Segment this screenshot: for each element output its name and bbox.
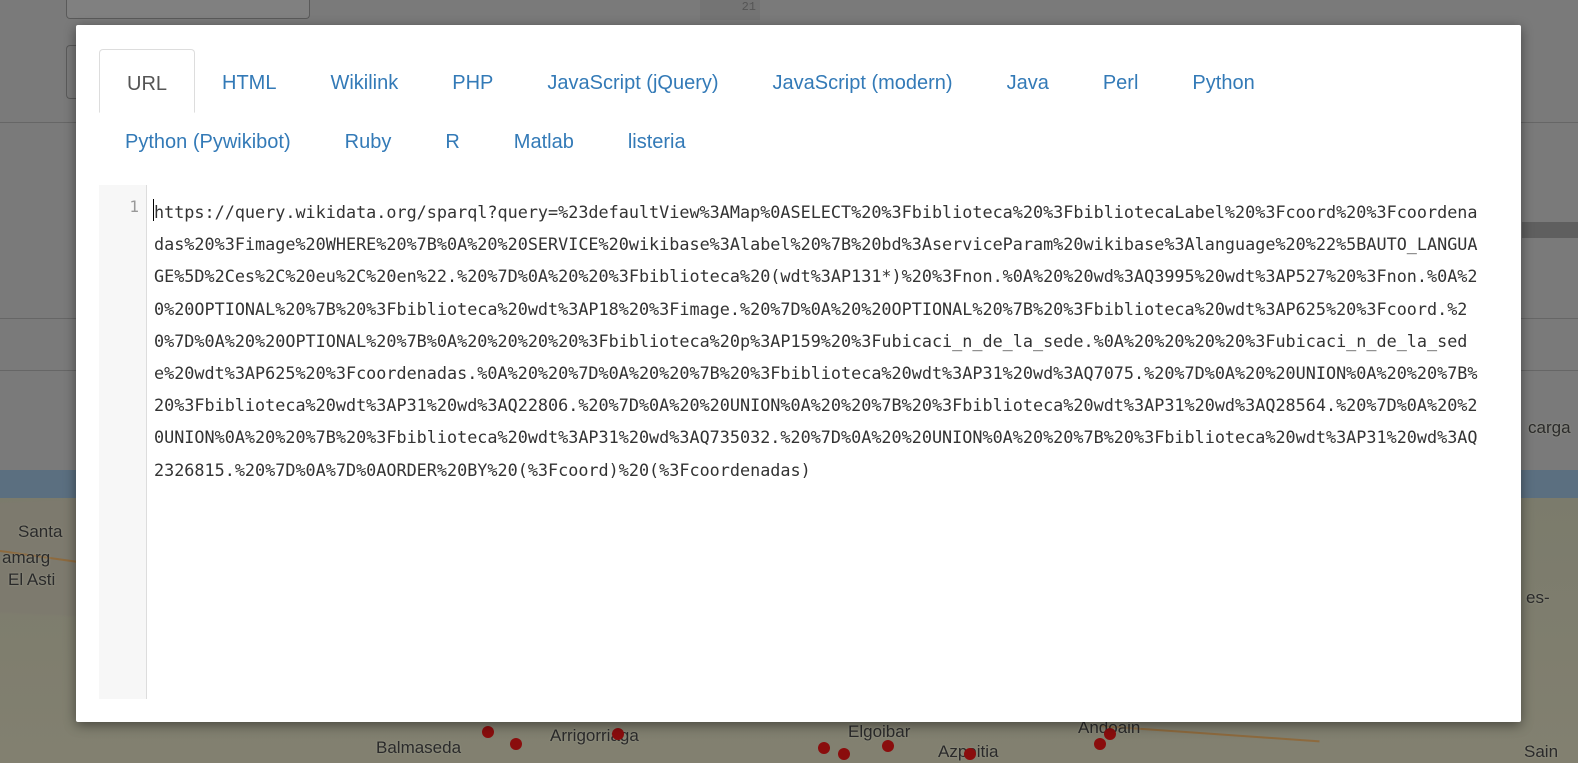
background-scrollbar <box>1522 222 1578 238</box>
tab-python[interactable]: Python <box>1165 49 1281 113</box>
code-editor[interactable]: 1 https://query.wikidata.org/sparql?quer… <box>99 185 1496 699</box>
tab-ruby[interactable]: Ruby <box>318 117 419 181</box>
map-label: Santa <box>18 522 63 541</box>
tab-php[interactable]: PHP <box>425 49 520 113</box>
tab-matlab[interactable]: Matlab <box>487 117 601 181</box>
tab-javascript-jquery[interactable]: JavaScript (jQuery) <box>520 49 745 113</box>
map-label: carga <box>1528 418 1571 437</box>
tab-url[interactable]: URL <box>99 49 196 113</box>
map-label: Elgoibar <box>848 722 911 741</box>
editor-gutter: 1 <box>99 185 147 699</box>
tab-row: Python (Pywikibot) Ruby R Matlab listeri… <box>99 117 713 181</box>
tab-javascript-modern[interactable]: JavaScript (modern) <box>746 49 980 113</box>
map-label: Sain <box>1524 742 1559 761</box>
code-text[interactable]: https://query.wikidata.org/sparql?query=… <box>154 196 1484 486</box>
map-label: Arrigorriaga <box>550 726 639 745</box>
tab-r[interactable]: R <box>418 117 486 181</box>
background-line-number: 21 <box>700 0 760 20</box>
tab-python-pywikibot[interactable]: Python (Pywikibot) <box>99 117 318 181</box>
tab-perl[interactable]: Perl <box>1076 49 1166 113</box>
map-marker <box>510 738 522 750</box>
map-marker <box>818 742 830 754</box>
language-tabs: URL HTML Wikilink PHP JavaScript (jQuery… <box>99 49 1496 186</box>
map-label: El Asti <box>8 570 56 589</box>
background-input <box>66 0 310 19</box>
map-marker <box>964 748 976 760</box>
tab-listeria[interactable]: listeria <box>601 117 713 181</box>
map-label: amarg <box>2 548 51 567</box>
tab-java[interactable]: Java <box>980 49 1076 113</box>
map-marker <box>1094 738 1106 750</box>
tab-wikilink[interactable]: Wikilink <box>303 49 425 113</box>
code-examples-dialog: URL HTML Wikilink PHP JavaScript (jQuery… <box>76 25 1521 722</box>
map-marker <box>612 728 624 740</box>
tab-row: URL HTML Wikilink PHP JavaScript (jQuery… <box>99 49 1282 113</box>
map-marker <box>1104 728 1116 740</box>
line-number: 1 <box>129 197 139 216</box>
map-label: Balmaseda <box>376 738 462 757</box>
map-marker <box>882 740 894 752</box>
map-label: es- <box>1526 588 1550 607</box>
map-marker <box>482 726 494 738</box>
tab-html[interactable]: HTML <box>195 49 303 113</box>
map-marker <box>838 748 850 760</box>
